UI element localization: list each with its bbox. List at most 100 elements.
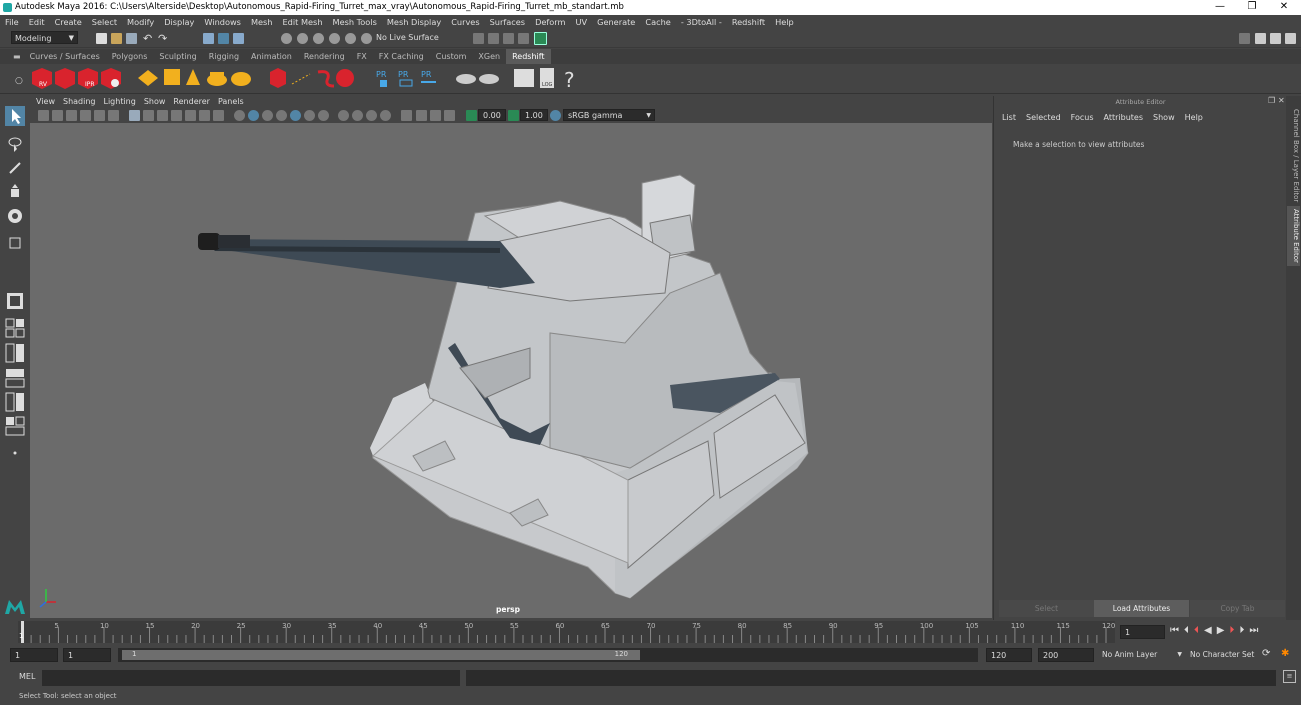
ae-menu-focus[interactable]: Focus — [1071, 113, 1094, 122]
modeling-toolkit-icon[interactable] — [1239, 33, 1250, 44]
shelf-tab-redshift[interactable]: Redshift — [506, 49, 551, 64]
shelf-tab-rigging[interactable]: Rigging — [203, 49, 245, 64]
rs-light-spot-icon[interactable] — [186, 69, 200, 85]
shelf-tab-custom[interactable]: Custom — [430, 49, 473, 64]
2d-pan-zoom-icon[interactable] — [94, 110, 105, 121]
step-back-key-icon[interactable]: ⏴ — [1194, 625, 1199, 636]
select-camera-icon[interactable] — [38, 110, 49, 121]
vp-menu-lighting[interactable]: Lighting — [99, 96, 139, 108]
more-layouts-icon[interactable] — [5, 443, 25, 463]
animation-end-field[interactable]: 200 — [1038, 648, 1094, 662]
current-frame-field[interactable]: 1 — [1120, 625, 1165, 639]
render-settings-icon[interactable] — [518, 33, 529, 44]
field-chart-icon[interactable] — [185, 110, 196, 121]
mode-selector[interactable]: Modeling ▼ — [11, 31, 78, 44]
multisample-aa-icon[interactable] — [366, 110, 377, 121]
select-button[interactable]: Select — [999, 600, 1094, 617]
time-ruler[interactable]: 5 10 15 20 25 30 35 40 45 50 55 60 65 70 75 80 85 90 95 100… — [18, 621, 1115, 643]
menu-curves[interactable]: Curves — [446, 15, 484, 30]
render-view-icon[interactable] — [473, 33, 484, 44]
snap-point-icon[interactable] — [313, 33, 324, 44]
close-panel-icon[interactable]: ✕ — [1278, 96, 1285, 105]
snap-grid-icon[interactable] — [281, 33, 292, 44]
hypershade-icon[interactable] — [534, 32, 547, 45]
exposure-field[interactable]: 0.00 — [478, 109, 506, 121]
film-gate-icon[interactable] — [143, 110, 154, 121]
copy-tab-button[interactable]: Copy Tab — [1190, 600, 1285, 617]
tool-settings-toggle-icon[interactable] — [1270, 33, 1281, 44]
menu-create[interactable]: Create — [50, 15, 87, 30]
shelf-tab-fx[interactable]: FX — [351, 49, 373, 64]
rs-pr-icon-1[interactable]: PR — [376, 70, 387, 87]
go-to-end-icon[interactable]: ⏭ — [1249, 625, 1258, 636]
image-plane-icon[interactable] — [80, 110, 91, 121]
outliner-layout-icon[interactable] — [5, 392, 25, 412]
range-slider-handle[interactable]: 1 120 — [122, 650, 640, 660]
range-slider[interactable]: 1 120 — [118, 648, 978, 662]
shelf-tab-rendering[interactable]: Rendering — [298, 49, 351, 64]
new-scene-icon[interactable] — [96, 33, 107, 44]
gamma-field[interactable]: 1.00 — [520, 109, 548, 121]
character-set-select[interactable]: No Character Set — [1186, 648, 1256, 662]
safe-title-icon[interactable] — [213, 110, 224, 121]
ae-menu-attributes[interactable]: Attributes — [1104, 113, 1144, 122]
step-forward-key-icon[interactable]: ⏵ — [1229, 625, 1234, 636]
channel-box-tab[interactable]: Channel Box / Layer Editor — [1287, 106, 1300, 206]
menu-edit[interactable]: Edit — [24, 15, 50, 30]
anim-layer-select[interactable]: No Anim Layer ▼ — [1098, 648, 1184, 662]
move-tool-icon[interactable] — [5, 182, 25, 202]
step-forward-icon[interactable]: ⏵ — [1239, 625, 1244, 636]
xray-joints-icon[interactable] — [430, 110, 441, 121]
bookmarks-icon[interactable] — [66, 110, 77, 121]
vp-menu-panels[interactable]: Panels — [214, 96, 248, 108]
rs-sphere-icon[interactable] — [336, 69, 354, 87]
rs-log-icon[interactable]: LOG — [540, 68, 554, 88]
isolate-select-icon[interactable] — [401, 110, 412, 121]
side-by-side-layout-icon[interactable] — [5, 343, 25, 363]
rs-light-grid-icon[interactable] — [164, 69, 180, 85]
menu-surfaces[interactable]: Surfaces — [485, 15, 530, 30]
vp-menu-renderer[interactable]: Renderer — [169, 96, 214, 108]
menu-redshift[interactable]: Redshift — [727, 15, 770, 30]
hypershade-layout-icon[interactable] — [5, 416, 25, 436]
playback-start-field[interactable]: 1 — [63, 648, 111, 662]
rs-light-rect-icon[interactable] — [138, 70, 158, 86]
perspective-viewport[interactable]: persp — [30, 123, 992, 618]
play-back-icon[interactable]: ◀ — [1204, 625, 1212, 636]
playback-end-field[interactable]: 120 — [986, 648, 1032, 662]
shelf-tab-animation[interactable]: Animation — [245, 49, 298, 64]
single-perspective-layout-icon[interactable] — [5, 291, 25, 311]
shelf-tab-fx-caching[interactable]: FX Caching — [373, 49, 430, 64]
shadows-icon[interactable] — [318, 110, 329, 121]
menu-display[interactable]: Display — [159, 15, 199, 30]
vp-menu-show[interactable]: Show — [140, 96, 170, 108]
lasso-tool-icon[interactable] — [5, 134, 25, 154]
menu-help[interactable]: Help — [770, 15, 799, 30]
use-all-lights-icon[interactable] — [304, 110, 315, 121]
make-live-icon[interactable] — [361, 33, 372, 44]
rs-render-icon[interactable] — [55, 68, 75, 89]
animation-preferences-icon[interactable]: ✱ — [1281, 648, 1289, 659]
screen-space-ao-icon[interactable] — [338, 110, 349, 121]
smooth-shade-icon[interactable] — [248, 110, 259, 121]
snap-view-icon[interactable] — [329, 33, 340, 44]
four-view-layout-icon[interactable] — [5, 318, 25, 338]
rs-hair-icon[interactable] — [317, 70, 335, 88]
shelf-menu-icon[interactable]: ▬ — [0, 49, 24, 64]
shelf-tab-curves-surfaces[interactable]: Curves / Surfaces — [24, 49, 106, 64]
menu-mesh-tools[interactable]: Mesh Tools — [328, 15, 382, 30]
color-management-icon[interactable] — [550, 110, 561, 121]
paint-select-tool-icon[interactable] — [5, 158, 25, 178]
script-editor-icon[interactable]: ≡ — [1283, 670, 1296, 683]
menu-modify[interactable]: Modify — [122, 15, 159, 30]
rs-proxy-icon[interactable] — [270, 68, 286, 88]
rs-pr-icon-2[interactable]: PR — [398, 70, 413, 87]
redo-icon[interactable]: ↷ — [158, 33, 169, 44]
resolution-gate-icon[interactable] — [157, 110, 168, 121]
animation-start-field[interactable]: 1 — [10, 648, 58, 662]
go-to-start-icon[interactable]: ⏮ — [1170, 625, 1179, 636]
depth-of-field-icon[interactable] — [380, 110, 391, 121]
snap-curve-icon[interactable] — [297, 33, 308, 44]
shelf-tab-sculpting[interactable]: Sculpting — [153, 49, 202, 64]
attribute-editor-tab[interactable]: Attribute Editor — [1287, 206, 1300, 266]
